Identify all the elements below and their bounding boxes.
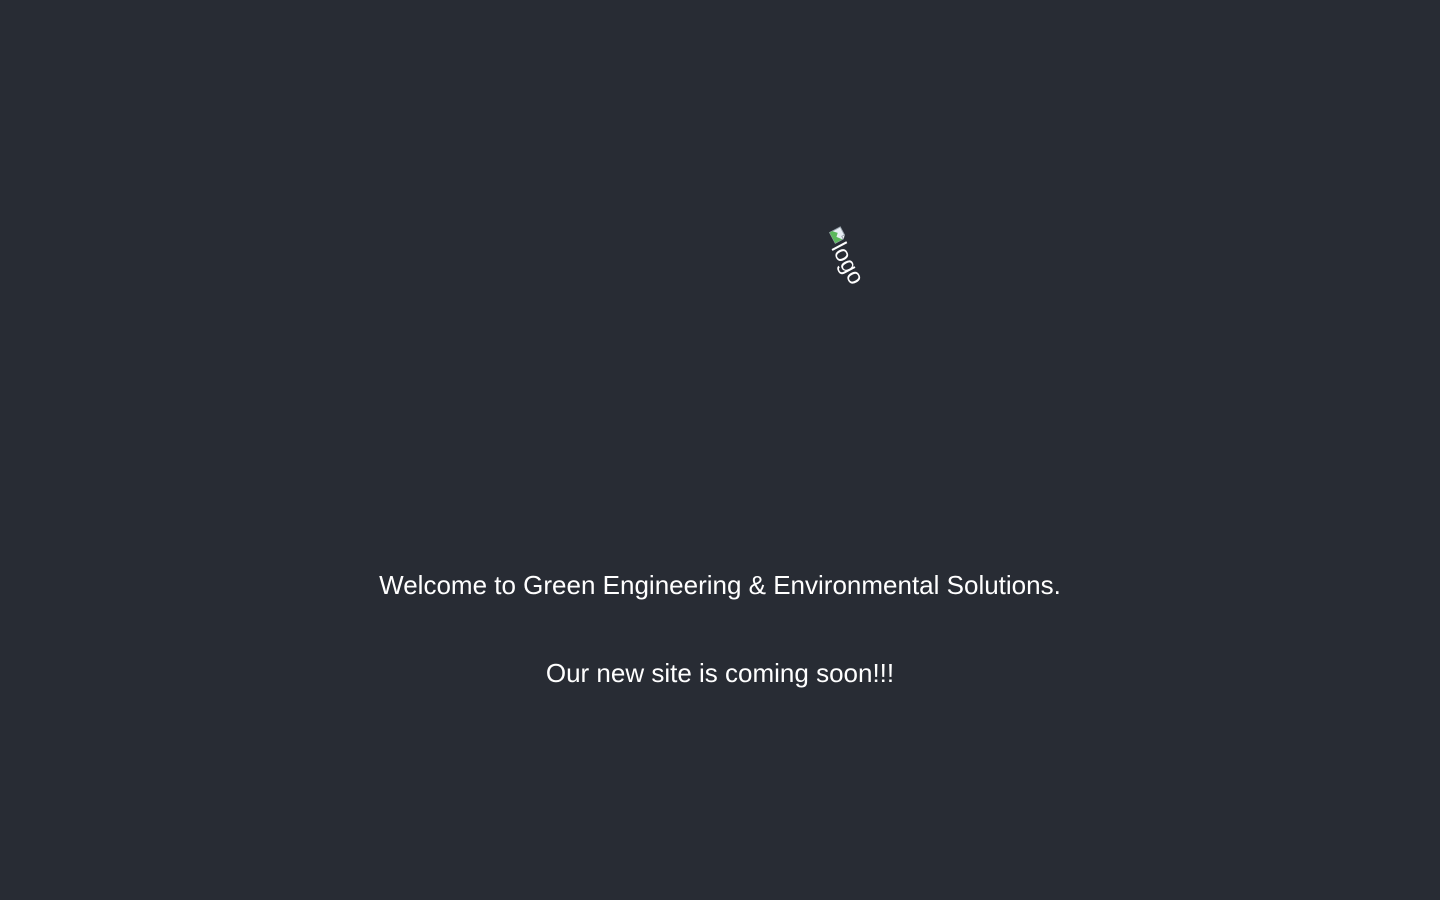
logo-alt-text: logo	[826, 237, 870, 289]
logo: logo	[788, 224, 870, 305]
coming-soon-message: Our new site is coming soon!!!	[545, 658, 895, 688]
app-root: logo Welcome to Green Engineering & Envi…	[0, 0, 1440, 900]
welcome-message: Welcome to Green Engineering & Environme…	[379, 570, 1061, 600]
